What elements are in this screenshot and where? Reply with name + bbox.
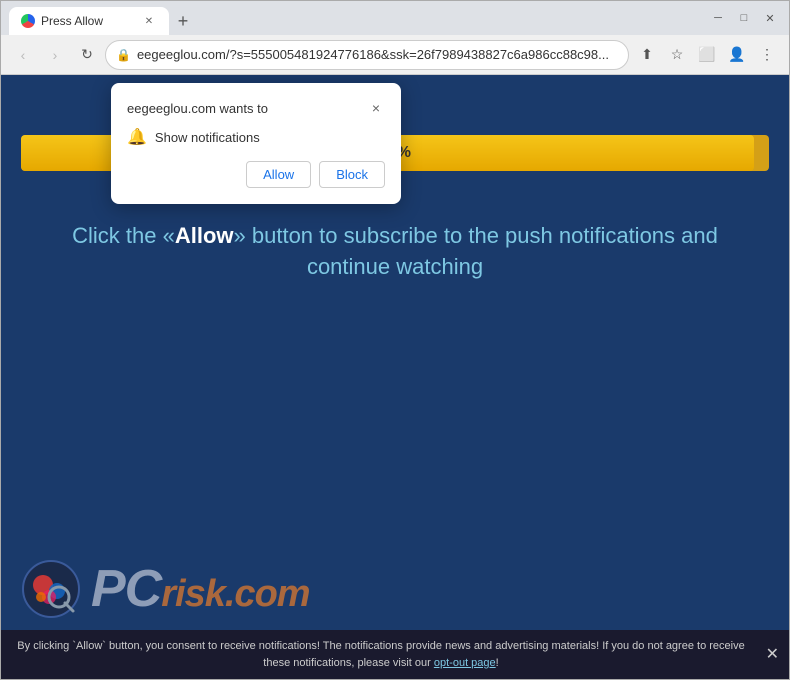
popup-close-button[interactable]: ×	[367, 99, 385, 117]
extension-button[interactable]: ⬜	[693, 41, 721, 69]
allow-highlight: Allow	[175, 223, 234, 248]
address-text: eegeeglou.com/?s=555005481924776186&ssk=…	[137, 47, 618, 62]
bell-icon: 🔔	[127, 127, 147, 147]
tab-area: Press Allow ✕ +	[9, 1, 695, 35]
new-tab-button[interactable]: +	[169, 7, 197, 35]
popup-actions: Allow Block	[127, 161, 385, 188]
maximize-button[interactable]: □	[733, 7, 755, 29]
cookie-close-button[interactable]: ✕	[766, 643, 779, 667]
bookmark-button[interactable]: ☆	[663, 41, 691, 69]
forward-button[interactable]: ›	[41, 41, 69, 69]
window-controls: ─ □ ✕	[707, 7, 781, 29]
close-button[interactable]: ✕	[759, 7, 781, 29]
tab-close-button[interactable]: ✕	[141, 13, 157, 29]
main-message-part1: Click the «	[72, 223, 175, 248]
cookie-text: By clicking `Allow` button, you consent …	[17, 640, 744, 669]
logo-pc: PC	[91, 560, 161, 618]
cookie-bar: By clicking `Allow` button, you consent …	[1, 630, 789, 679]
popup-title: eegeeglou.com wants to	[127, 101, 268, 116]
menu-button[interactable]: ⋮	[753, 41, 781, 69]
profile-button[interactable]: 👤	[723, 41, 751, 69]
cookie-text-end: !	[496, 657, 499, 669]
block-button[interactable]: Block	[319, 161, 385, 188]
lock-icon: 🔒	[116, 48, 131, 62]
tab-title: Press Allow	[41, 14, 103, 28]
logo-text: PCrisk.com	[91, 559, 310, 619]
main-message-part2: » button to subscribe to the push notifi…	[234, 223, 718, 279]
address-bar[interactable]: 🔒 eegeeglou.com/?s=555005481924776186&ss…	[105, 40, 629, 70]
main-message: Click the «Allow» button to subscribe to…	[1, 201, 789, 303]
browser-window: Press Allow ✕ + ─ □ ✕ ‹ › ↻ 🔒 eegeeglou.…	[0, 0, 790, 680]
title-bar: Press Allow ✕ + ─ □ ✕	[1, 1, 789, 35]
opt-out-link[interactable]: opt-out page	[434, 657, 496, 669]
tab-favicon	[21, 14, 35, 28]
share-button[interactable]: ⬆	[633, 41, 661, 69]
popup-item: 🔔 Show notifications	[127, 127, 385, 147]
navigation-bar: ‹ › ↻ 🔒 eegeeglou.com/?s=555005481924776…	[1, 35, 789, 75]
allow-button[interactable]: Allow	[246, 161, 311, 188]
nav-actions: ⬆ ☆ ⬜ 👤 ⋮	[633, 41, 781, 69]
logo-com: .com	[225, 573, 310, 615]
notification-popup: eegeeglou.com wants to × 🔔 Show notifica…	[111, 83, 401, 204]
popup-header: eegeeglou.com wants to ×	[127, 99, 385, 117]
back-button[interactable]: ‹	[9, 41, 37, 69]
pcrisk-logo-icon	[21, 559, 81, 619]
refresh-button[interactable]: ↻	[73, 41, 101, 69]
logo-area: PCrisk.com	[21, 559, 310, 619]
logo-risk: risk	[161, 573, 225, 615]
popup-item-text: Show notifications	[155, 130, 260, 145]
active-tab[interactable]: Press Allow ✕	[9, 7, 169, 35]
page-content: eegeeglou.com wants to × 🔔 Show notifica…	[1, 75, 789, 679]
minimize-button[interactable]: ─	[707, 7, 729, 29]
